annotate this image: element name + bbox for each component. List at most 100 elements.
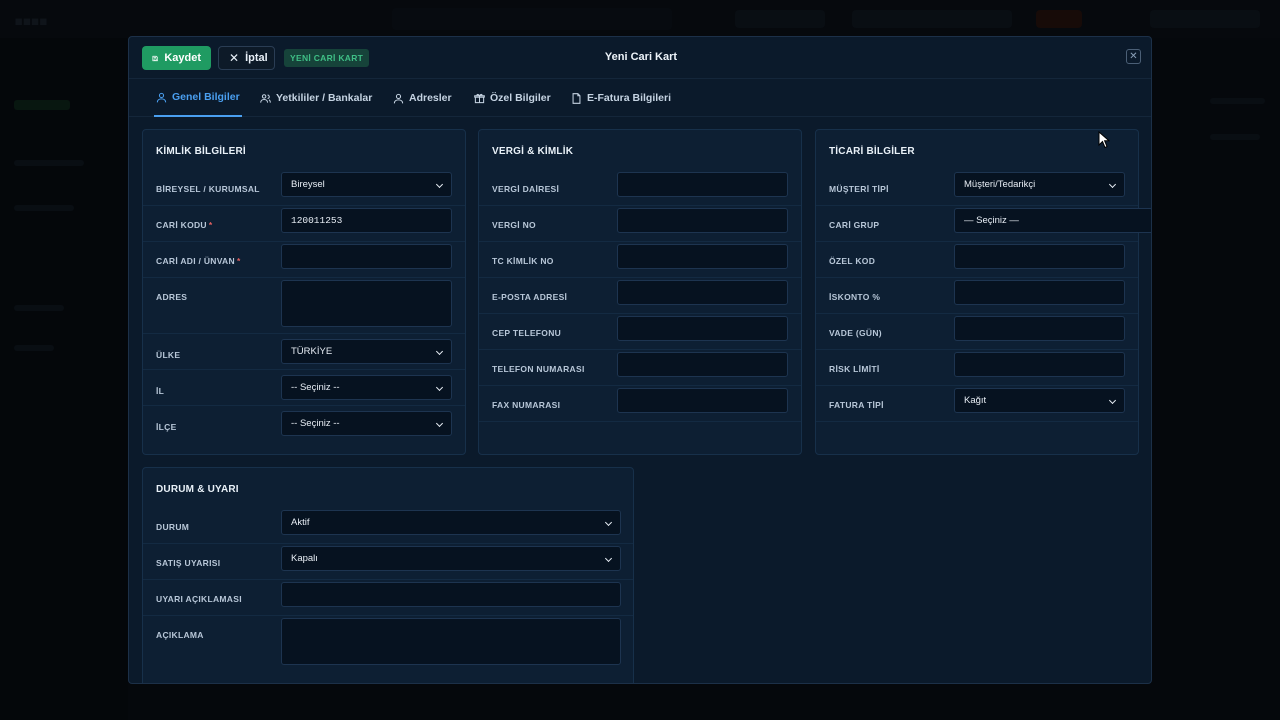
close-x-icon: ✕ — [229, 51, 240, 65]
telefon-label: TELEFON NUMARASI — [492, 364, 585, 374]
form-row: AÇIKLAMA — [143, 616, 633, 676]
vade-input[interactable] — [954, 316, 1125, 341]
required-mark: * — [208, 220, 213, 230]
ilce-label: İLÇE — [156, 422, 177, 432]
form-row: RİSK LİMİTİ — [816, 350, 1138, 386]
ilce-select[interactable]: -- Seçiniz -- — [281, 411, 452, 436]
iskonto-input[interactable] — [954, 280, 1125, 305]
cari-adi-input[interactable] — [281, 244, 452, 269]
close-modal-button[interactable]: ✕ — [1126, 49, 1141, 64]
tc-kimlik-input[interactable] — [617, 244, 788, 269]
panel-durum-uyari: DURUM & UYARI DURUM Aktif SATIŞ UYARISI … — [142, 467, 634, 683]
tab-e-fatura-bilgileri[interactable]: E-Fatura Bilgileri — [569, 79, 673, 117]
form-row: BİREYSEL / KURUMSAL Bireysel — [143, 170, 465, 206]
cari-grup-label: CARİ GRUP — [829, 220, 880, 230]
form-row: UYARI AÇIKLAMASI — [143, 580, 633, 616]
ozel-kod-input[interactable] — [954, 244, 1125, 269]
users-icon — [260, 93, 271, 103]
tab-label: Genel Bilgiler — [172, 91, 240, 103]
il-select[interactable]: -- Seçiniz -- — [281, 375, 452, 400]
form-row: DURUM Aktif — [143, 508, 633, 544]
panel-title: VERGİ & KİMLİK — [492, 146, 574, 157]
adres-textarea[interactable] — [281, 280, 452, 327]
save-button-label: Kaydet — [164, 52, 201, 64]
cari-kodu-label: CARİ KODU * — [156, 220, 212, 230]
form-row: FAX NUMARASI — [479, 386, 801, 422]
document-icon — [572, 92, 581, 104]
tab-bar: Genel Bilgiler Yetkililer / Bankalar Adr… — [129, 79, 1151, 117]
musteri-tipi-select[interactable]: Müşteri/Tedarikçi — [954, 172, 1125, 197]
panel-kimlik-bilgileri: KİMLİK BİLGİLERİ BİREYSEL / KURUMSAL Bir… — [142, 129, 466, 455]
cancel-button[interactable]: ✕ İptal — [218, 46, 275, 70]
cari-kodu-input[interactable]: 120011253 — [281, 208, 452, 233]
modal-title: Yeni Cari Kart — [604, 51, 678, 63]
vergi-no-label: VERGİ NO — [492, 220, 536, 230]
save-button[interactable]: Kaydet — [142, 46, 211, 70]
aciklama-textarea[interactable] — [281, 618, 621, 665]
il-label: İL — [156, 386, 165, 396]
risk-limiti-label: RİSK LİMİTİ — [829, 364, 880, 374]
durum-select[interactable]: Aktif — [281, 510, 621, 535]
required-mark: * — [236, 256, 241, 266]
cancel-button-label: İptal — [245, 52, 268, 64]
bireysel-kurumsal-label: BİREYSEL / KURUMSAL — [156, 184, 260, 194]
fatura-tipi-select[interactable]: Kağıt — [954, 388, 1125, 413]
fatura-tipi-label: FATURA TİPİ — [829, 400, 884, 410]
form-row: CARİ GRUP — Seçiniz — — [816, 206, 1151, 242]
risk-limiti-input[interactable] — [954, 352, 1125, 377]
cari-adi-label-text: CARİ ADI / ÜNVAN — [156, 256, 235, 266]
cari-grup-select[interactable]: — Seçiniz — — [954, 208, 1151, 233]
new-account-modal: Kaydet ✕ İptal YENİ CARİ KART Yeni Cari … — [128, 36, 1152, 684]
adres-label: ADRES — [156, 292, 188, 302]
form-row: İSKONTO % — [816, 278, 1138, 314]
telefon-input[interactable] — [617, 352, 788, 377]
panel-ticari-bilgiler: TİCARİ BİLGİLER MÜŞTERİ TİPİ Müşteri/Ted… — [815, 129, 1151, 455]
vergi-dairesi-label: VERGİ DAİRESİ — [492, 184, 560, 194]
vade-label: VADE (GÜN) — [829, 328, 882, 338]
map-pin-icon — [393, 93, 404, 103]
uyari-aciklamasi-input[interactable] — [281, 582, 621, 607]
mouse-cursor-icon — [1098, 131, 1110, 149]
form-row: CEP TELEFONU — [479, 314, 801, 350]
form-row: SATIŞ UYARISI Kapalı — [143, 544, 633, 580]
musteri-tipi-label: MÜŞTERİ TİPİ — [829, 184, 889, 194]
form-row: MÜŞTERİ TİPİ Müşteri/Tedarikçi — [816, 170, 1138, 206]
tab-genel-bilgiler[interactable]: Genel Bilgiler — [154, 79, 242, 117]
tab-label: Adresler — [409, 92, 452, 104]
ozel-kod-label: ÖZEL KOD — [829, 256, 876, 266]
vergi-no-input[interactable] — [617, 208, 788, 233]
bireysel-kurumsal-select[interactable]: Bireysel — [281, 172, 452, 197]
panel-title: TİCARİ BİLGİLER — [829, 146, 915, 157]
tab-ozel-bilgiler[interactable]: Özel Bilgiler — [472, 79, 553, 117]
satis-uyarisi-select[interactable]: Kapalı — [281, 546, 621, 571]
tab-label: Yetkililer / Bankalar — [276, 92, 373, 104]
gift-icon — [474, 93, 485, 103]
cep-telefonu-input[interactable] — [617, 316, 788, 341]
ulke-select[interactable]: TÜRKİYE — [281, 339, 452, 364]
form-row: İL -- Seçiniz -- — [143, 370, 465, 406]
iskonto-label: İSKONTO % — [829, 292, 881, 302]
durum-label: DURUM — [156, 522, 190, 532]
tc-kimlik-label: TC KİMLİK NO — [492, 256, 554, 266]
cari-adi-label: CARİ ADI / ÜNVAN * — [156, 256, 241, 266]
modal-header: Kaydet ✕ İptal YENİ CARİ KART Yeni Cari … — [129, 37, 1151, 79]
form-row: FATURA TİPİ Kağıt — [816, 386, 1138, 422]
fax-label: FAX NUMARASI — [492, 400, 561, 410]
vergi-dairesi-input[interactable] — [617, 172, 788, 197]
tab-adresler[interactable]: Adresler — [391, 79, 454, 117]
status-badge: YENİ CARİ KART — [284, 49, 370, 67]
form-row: CARİ KODU * 120011253 — [143, 206, 465, 242]
form-row: VERGİ DAİRESİ — [479, 170, 801, 206]
tab-yetkililer-bankalar[interactable]: Yetkililer / Bankalar — [258, 79, 374, 117]
form-row: İLÇE -- Seçiniz -- — [143, 406, 465, 442]
tab-label: Özel Bilgiler — [490, 92, 551, 104]
form-row: ÖZEL KOD — [816, 242, 1138, 278]
form-row: VERGİ NO — [479, 206, 801, 242]
cep-telefonu-label: CEP TELEFONU — [492, 328, 562, 338]
fax-input[interactable] — [617, 388, 788, 413]
cari-kodu-label-text: CARİ KODU — [156, 220, 207, 230]
panel-vergi-kimlik: VERGİ & KİMLİK VERGİ DAİRESİ VERGİ NO TC… — [478, 129, 802, 455]
eposta-label: E-POSTA ADRESİ — [492, 292, 568, 302]
aciklama-label: AÇIKLAMA — [156, 630, 204, 640]
eposta-input[interactable] — [617, 280, 788, 305]
